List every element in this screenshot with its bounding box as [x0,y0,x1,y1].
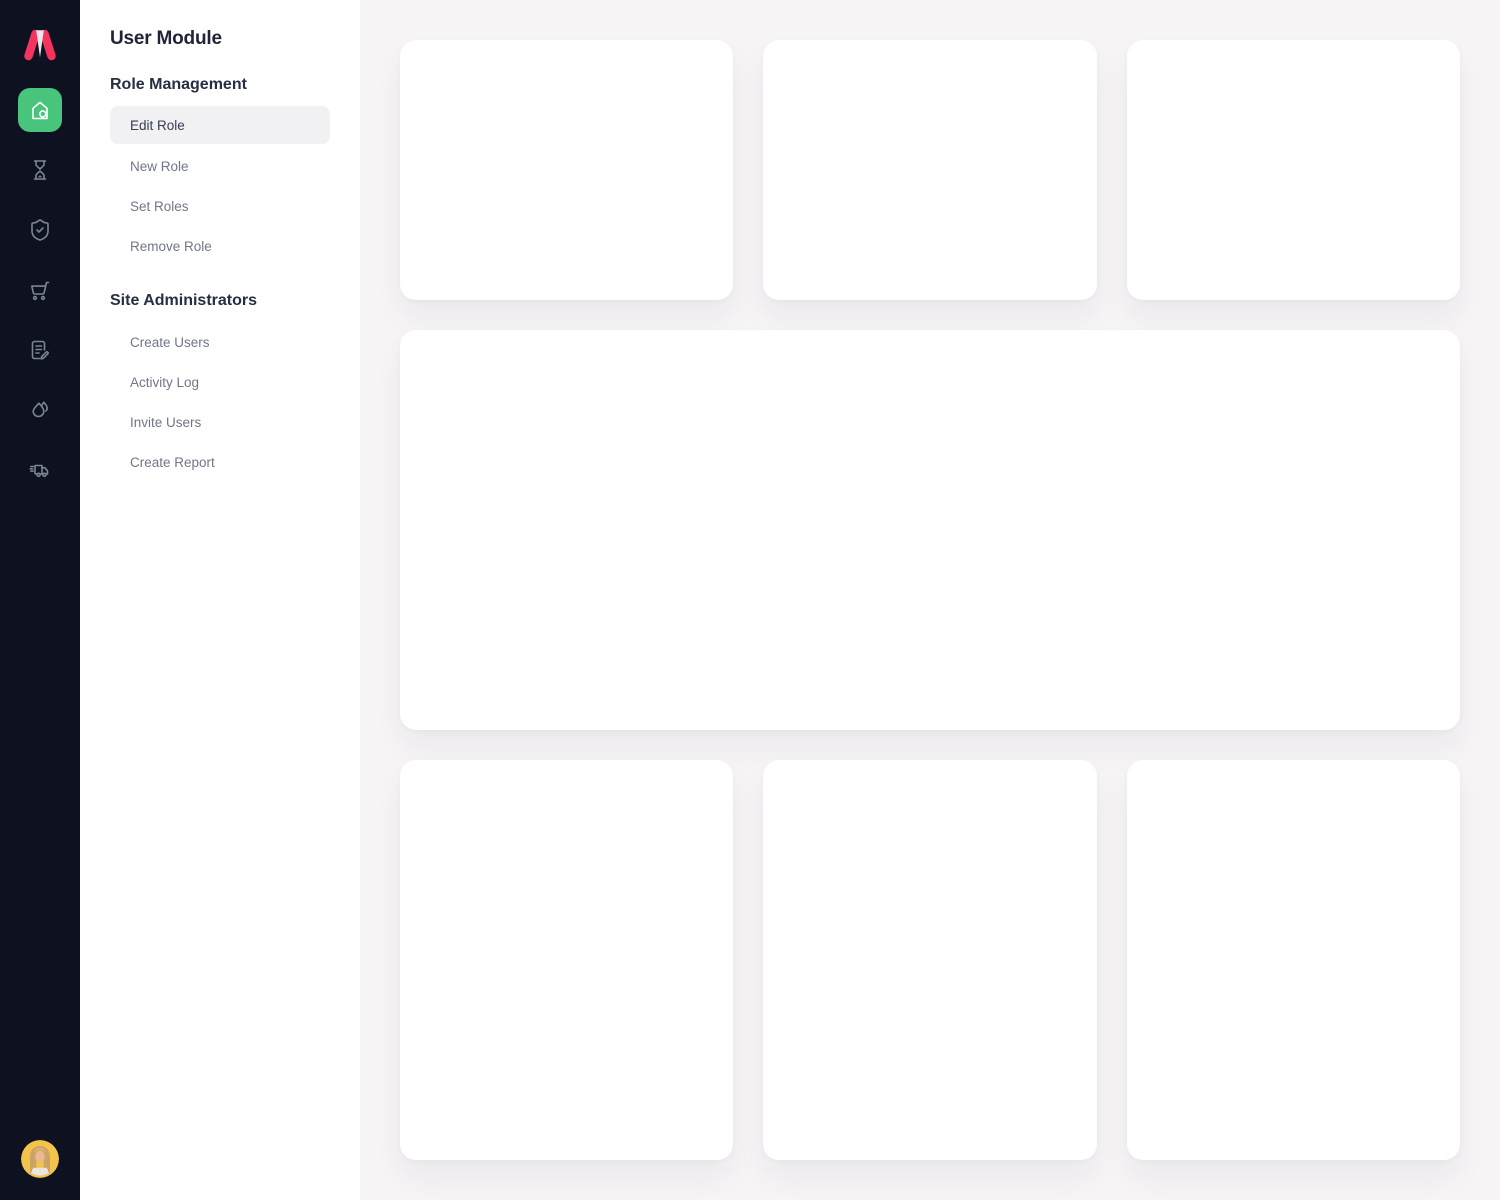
page-title: User Module [110,28,330,50]
rail-nav [18,88,62,492]
sidebar-item-remove-role[interactable]: Remove Role [110,226,330,266]
rail-item-cart[interactable] [18,268,62,312]
card-top-2 [763,40,1096,300]
card-top-3 [1127,40,1460,300]
card-bottom-1 [400,760,733,1160]
card-grid [400,40,1460,1160]
sidebar-item-set-roles[interactable]: Set Roles [110,186,330,226]
sidebar-item-invite-users[interactable]: Invite Users [110,402,330,442]
sidebar-item-edit-role[interactable]: Edit Role [110,106,330,144]
section-role-management: Role Management Edit Role New Role Set R… [110,76,330,266]
user-avatar[interactable] [21,1140,59,1178]
main-content [360,0,1500,1200]
avatar-image [21,1140,59,1178]
rail-item-droplets[interactable] [18,388,62,432]
shield-check-icon [28,218,52,242]
section-site-administrators: Site Administrators Create Users Activit… [110,292,330,482]
card-wide [400,330,1460,730]
section-heading: Site Administrators [110,292,330,310]
rail-item-shield[interactable] [18,208,62,252]
card-bottom-3 [1127,760,1460,1160]
rail-item-truck[interactable] [18,448,62,492]
sidebar-item-create-report[interactable]: Create Report [110,442,330,482]
secondary-sidebar: User Module Role Management Edit Role Ne… [80,0,360,1200]
brand-logo[interactable] [18,22,62,66]
shopping-cart-icon [28,278,52,302]
rail-item-home[interactable] [18,88,62,132]
rail-item-hourglass[interactable] [18,148,62,192]
app-root: User Module Role Management Edit Role Ne… [0,0,1500,1200]
delivery-truck-icon [28,458,52,482]
brand-logo-icon [20,24,60,64]
rail-item-notes[interactable] [18,328,62,372]
note-edit-icon [28,338,52,362]
home-icon [28,98,52,122]
sidebar-item-activity-log[interactable]: Activity Log [110,362,330,402]
section-heading: Role Management [110,76,330,94]
sidebar-item-create-users[interactable]: Create Users [110,322,330,362]
droplets-icon [28,398,52,422]
icon-rail [0,0,80,1200]
card-top-1 [400,40,733,300]
card-bottom-2 [763,760,1096,1160]
hourglass-icon [28,158,52,182]
sidebar-item-new-role[interactable]: New Role [110,146,330,186]
